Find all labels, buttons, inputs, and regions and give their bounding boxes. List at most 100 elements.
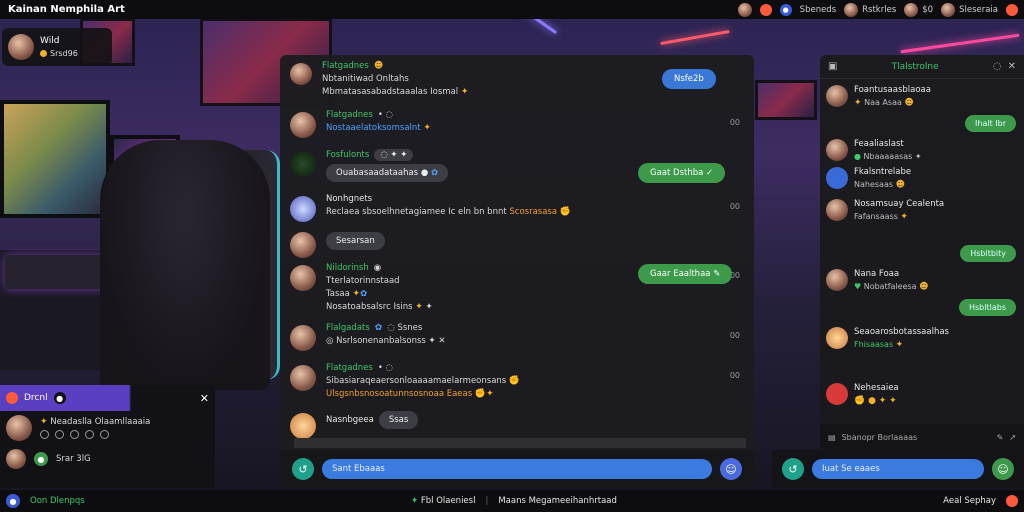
bottom-status[interactable]: Oon Dlenpqs [30, 496, 85, 506]
popup-status-row[interactable]: ● Srar 3lG [0, 445, 215, 473]
chat-message[interactable]: Sesarsan [290, 230, 744, 258]
outgoing-bubble[interactable]: Gaat Dsthba ✓ [638, 163, 726, 183]
message-text: Mbmatasasabadstaaalas Iosmal ✦ [322, 87, 469, 97]
message-avatar [290, 151, 316, 177]
side-chat-input[interactable] [812, 459, 984, 479]
message-username[interactable]: Flatgadnes [326, 363, 373, 373]
settings-icon[interactable] [1006, 495, 1018, 507]
panel-list-item[interactable]: Feaaliaslast ● Nbaaaaasas ✦ [826, 139, 1018, 161]
message-avatar [290, 413, 316, 439]
message-text: Sibasiaraqeaersonloaaaamaelarmeonsans ✊ [326, 376, 521, 386]
message-text: Tasaa ✦✿ [326, 289, 368, 299]
bottom-item[interactable]: ✦ Fbl Olaeniesl [411, 496, 475, 506]
topbar-item[interactable]: $0 [904, 2, 933, 17]
app-logo-icon[interactable] [759, 3, 772, 16]
list-avatar [826, 167, 848, 189]
chat-input-bar: ↺ ☺ [280, 450, 754, 488]
chat-input[interactable] [322, 459, 712, 479]
popup-controls[interactable] [40, 430, 150, 439]
bottom-item[interactable]: Aeal Sephay [943, 496, 996, 506]
profile-card[interactable]: Wild Srsd96 [2, 28, 112, 66]
list-avatar [826, 383, 848, 405]
profile-status: Srsd96 [40, 49, 78, 58]
message-time: 00 [729, 118, 740, 127]
chat-message[interactable]: Flatgadnes • ◌ Sibasiaraqeaersonloaaaamae… [290, 363, 744, 399]
status-dot-icon [40, 50, 47, 57]
message-username[interactable]: Nasnbgeea [326, 415, 374, 425]
emoji-picker-icon[interactable]: ☺ [992, 458, 1014, 480]
close-icon[interactable]: ✕ [200, 392, 209, 405]
panel-list-item[interactable]: Nehesaiea ✊ ● ✦ ✦ [826, 383, 1018, 406]
notification-icon[interactable] [1006, 3, 1018, 16]
message-avatar [290, 365, 316, 391]
panel-search[interactable]: Sbanopr Borlaaaas [842, 433, 991, 442]
refresh-icon[interactable]: ◌ [993, 61, 1002, 72]
attach-icon[interactable]: ↺ [292, 458, 314, 480]
message-username[interactable]: Nonhgnets [326, 194, 571, 204]
share-icon[interactable]: ↗ [1009, 433, 1016, 442]
panel-list-item[interactable]: Nosamsuay Cealenta Fafansaass ✦ [826, 199, 1018, 222]
bottom-bar: ● Oon Dlenpqs ✦ Fbl Olaeniesl | Maans Me… [0, 490, 1024, 512]
popup-avatar [6, 415, 32, 441]
list-avatar [826, 85, 848, 107]
message-avatar [290, 112, 316, 138]
message-text: Nostaaelatoksomsalnt ✦ [326, 123, 431, 133]
outgoing-bubble[interactable]: Gaar Eaalthaa ✎ [638, 264, 733, 284]
chat-message[interactable]: Nasnbgeea Ssas [290, 411, 744, 439]
outgoing-bubble[interactable]: Nsfe2b [662, 69, 716, 89]
chat-message[interactable]: Flatgadnes • ◌ Nostaaelatoksomsalnt ✦ 00 [290, 110, 744, 138]
list-avatar [826, 269, 848, 291]
message-text: Nbtanitiwad Onltahs [322, 74, 409, 84]
neon-light [900, 33, 1020, 54]
message-text: Ouabasaadataahas ● ✿ [326, 164, 449, 182]
panel-list-item[interactable]: Seaoarosbotassaalhas Fhisaasas ✦ [826, 327, 1018, 350]
app-logo-icon [6, 392, 18, 404]
discord-icon[interactable]: ● [6, 494, 20, 508]
panel-bubble[interactable]: Ihalt Ibr [965, 115, 1016, 132]
emoji-icon: ☻ [373, 61, 384, 71]
message-text: ◎ Nsrlsonenanbalsonss ✦ ✕ [326, 336, 446, 346]
message-username[interactable]: Flalgadats [326, 323, 370, 333]
friends-panel: ▣ Tlalstrolne ◌ ✕ Foantusaasblaoaa ✦ Naa … [820, 55, 1024, 450]
close-icon[interactable]: ✕ [1008, 61, 1016, 72]
panel-list-item[interactable]: Foantusaasblaoaa ✦ Naa Asaa ☻ [826, 85, 1018, 108]
chat-message[interactable]: Flalgadats ✿ ◌ Ssnes ◎ Nsrlsonenanbalsonss… [290, 323, 744, 351]
edit-icon[interactable]: ✎ [997, 433, 1004, 442]
panel-list-item[interactable]: Fkalsntrelabe Nahesaas ☻ [826, 167, 1018, 190]
panel-list-item[interactable]: Nana Foaa ♥ Nobatfaleesa ☻ [826, 269, 1018, 292]
message-username[interactable]: Flatgadnes [322, 61, 369, 71]
list-avatar [826, 327, 848, 349]
user-avatar[interactable] [737, 2, 752, 17]
emoji-picker-icon[interactable]: ☺ [720, 458, 742, 480]
topbar-item[interactable]: Rstkrles [844, 2, 896, 17]
message-time: 00 [729, 371, 740, 380]
discord-icon[interactable]: ● [779, 3, 792, 16]
profile-name: Wild [40, 36, 60, 46]
panel-menu-icon[interactable]: ▣ [828, 61, 837, 72]
message-avatar [290, 265, 316, 291]
message-username[interactable]: Nildorinsh [326, 263, 369, 273]
popup-user-row[interactable]: ✦ Neadaslla Olaamllaaaia [0, 411, 215, 445]
message-avatar [290, 196, 316, 222]
popup-avatar [6, 449, 26, 469]
topbar-item[interactable]: Sleseraia [941, 2, 998, 17]
panel-bubble[interactable]: Hsbltbity [960, 245, 1016, 262]
topbar-item[interactable]: Sbeneds [800, 5, 836, 15]
keyboard-icon[interactable]: ▤ [828, 433, 836, 442]
popup-user-name: ✦ Neadaslla Olaamllaaaia [40, 417, 151, 427]
panel-bubble[interactable]: Hsbltlabs [959, 299, 1016, 316]
horizontal-scrollbar[interactable] [294, 438, 746, 448]
panel-title: Tlalstrolne [891, 61, 939, 72]
chat-message[interactable]: Nonhgnets Reclaea sbsoelhnetagiamee Ic e… [290, 194, 744, 222]
headset-icon[interactable]: ● [53, 392, 66, 404]
bottom-item[interactable]: Maans Megameeihanhrtaad [498, 496, 617, 506]
monitor [0, 100, 110, 218]
message-username[interactable]: Flatgadnes [326, 110, 373, 120]
popup-status: Srar 3lG [56, 454, 91, 464]
message-avatar [290, 63, 312, 85]
message-text: Tterlatorinnstaad [326, 276, 400, 286]
profile-avatar [8, 34, 34, 60]
attach-icon[interactable]: ↺ [782, 458, 804, 480]
gamer-figure [100, 140, 270, 390]
message-username[interactable]: Fosfulonts [326, 150, 369, 160]
